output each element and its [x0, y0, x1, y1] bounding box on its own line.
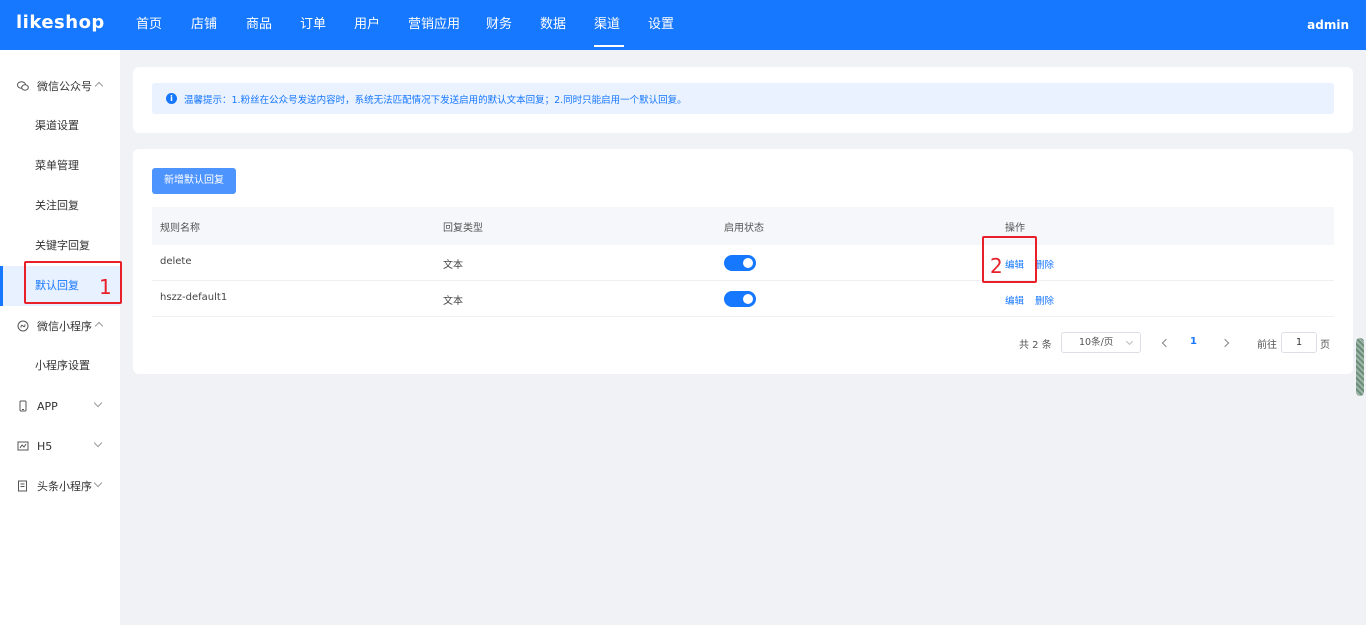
add-default-reply-button[interactable]: 新增默认回复	[152, 168, 236, 194]
top-nav-bar: likeshop 首页 店铺 商品 订单 用户 营销应用 财务 数据 渠道 设置…	[0, 0, 1366, 50]
reply-type: 文本	[443, 260, 463, 271]
main-nav: 首页 店铺 商品 订单 用户 营销应用 财务 数据 渠道 设置	[124, 0, 690, 50]
chevron-up-icon	[94, 321, 104, 331]
rule-name: hszz-default1	[160, 292, 228, 303]
chevron-down-icon	[93, 438, 103, 448]
sidebar-group-toutiao[interactable]: 头条小程序	[0, 466, 120, 506]
goto-label: 前往	[1257, 340, 1277, 351]
sidebar-item-channel-settings[interactable]: 渠道设置	[0, 106, 120, 146]
chevron-up-icon	[94, 81, 104, 91]
column-header-rule-name: 规则名称	[160, 223, 200, 234]
column-header-actions: 操作	[1005, 223, 1025, 234]
table-header: 规则名称 回复类型 启用状态 操作	[152, 207, 1334, 245]
delete-link[interactable]: 删除	[1035, 257, 1054, 271]
sidebar-item-follow-reply[interactable]: 关注回复	[0, 186, 120, 226]
nav-channel[interactable]: 渠道	[582, 0, 636, 50]
user-name[interactable]: admin	[1307, 0, 1349, 50]
nav-goods[interactable]: 商品	[234, 0, 288, 50]
sidebar-group-wechat-miniprogram[interactable]: 微信小程序	[0, 306, 120, 346]
app-logo[interactable]: likeshop	[16, 12, 105, 33]
chevron-down-icon	[93, 398, 103, 408]
miniprogram-icon	[17, 320, 29, 332]
nav-users[interactable]: 用户	[342, 0, 396, 50]
wechat-icon	[17, 80, 29, 92]
nav-finance[interactable]: 财务	[474, 0, 528, 50]
page-suffix: 页	[1320, 340, 1330, 351]
edit-link[interactable]: 编辑	[1005, 293, 1024, 307]
delete-link[interactable]: 删除	[1035, 293, 1054, 307]
sidebar-group-h5[interactable]: H5	[0, 426, 120, 466]
scrollbar-thumb[interactable]	[1356, 338, 1364, 396]
phone-icon	[17, 400, 29, 412]
enable-switch[interactable]	[724, 255, 756, 271]
nav-store[interactable]: 店铺	[179, 0, 234, 50]
h5-icon	[17, 440, 29, 452]
sidebar-group-label: 微信公众号	[37, 80, 92, 93]
column-header-reply-type: 回复类型	[443, 223, 483, 234]
annotation-label-2: 2	[990, 254, 1003, 278]
chevron-down-icon	[1125, 337, 1134, 346]
enable-switch[interactable]	[724, 291, 756, 307]
chevron-down-icon	[93, 478, 103, 488]
tip-text: 温馨提示：1.粉丝在公众号发送内容时，系统无法匹配情况下发送启用的默认文本回复；…	[184, 94, 687, 106]
sidebar-item-miniprogram-settings[interactable]: 小程序设置	[0, 346, 120, 386]
nav-settings[interactable]: 设置	[636, 0, 690, 50]
nav-marketing[interactable]: 营销应用	[396, 0, 474, 50]
table-row: delete 文本 编辑 删除	[152, 245, 1334, 281]
reply-type: 文本	[443, 296, 463, 307]
sidebar-item-menu-management[interactable]: 菜单管理	[0, 146, 120, 186]
pagination-total: 共 2 条	[1019, 340, 1052, 351]
sidebar-item-keyword-reply[interactable]: 关键字回复	[0, 226, 120, 266]
page-size-select[interactable]: 10条/页	[1061, 332, 1141, 353]
sidebar: 微信公众号 渠道设置 菜单管理 关注回复 关键字回复 默认回复 微信小程序 小程…	[0, 50, 120, 625]
sidebar-group-wechat-oa[interactable]: 微信公众号	[0, 66, 120, 106]
sidebar-group-label: 头条小程序	[37, 480, 92, 493]
nav-data[interactable]: 数据	[528, 0, 582, 50]
annotation-label-1: 1	[99, 275, 112, 299]
goto-page-input[interactable]: 1	[1281, 332, 1317, 353]
tip-banner: i 温馨提示：1.粉丝在公众号发送内容时，系统无法匹配情况下发送启用的默认文本回…	[152, 83, 1334, 114]
column-header-status: 启用状态	[724, 223, 764, 234]
table-row: hszz-default1 文本 编辑 删除	[152, 281, 1334, 317]
page-size-value: 10条/页	[1079, 337, 1114, 348]
nav-home[interactable]: 首页	[124, 0, 179, 50]
sidebar-group-label: APP	[37, 399, 58, 413]
info-icon: i	[166, 93, 177, 104]
current-page[interactable]: 1	[1190, 336, 1197, 347]
sidebar-group-label: 微信小程序	[37, 320, 92, 333]
nav-orders[interactable]: 订单	[288, 0, 342, 50]
sidebar-group-label: H5	[37, 439, 53, 453]
rule-name: delete	[160, 256, 192, 267]
toutiao-icon	[17, 480, 29, 492]
sidebar-group-app[interactable]: APP	[0, 386, 120, 426]
